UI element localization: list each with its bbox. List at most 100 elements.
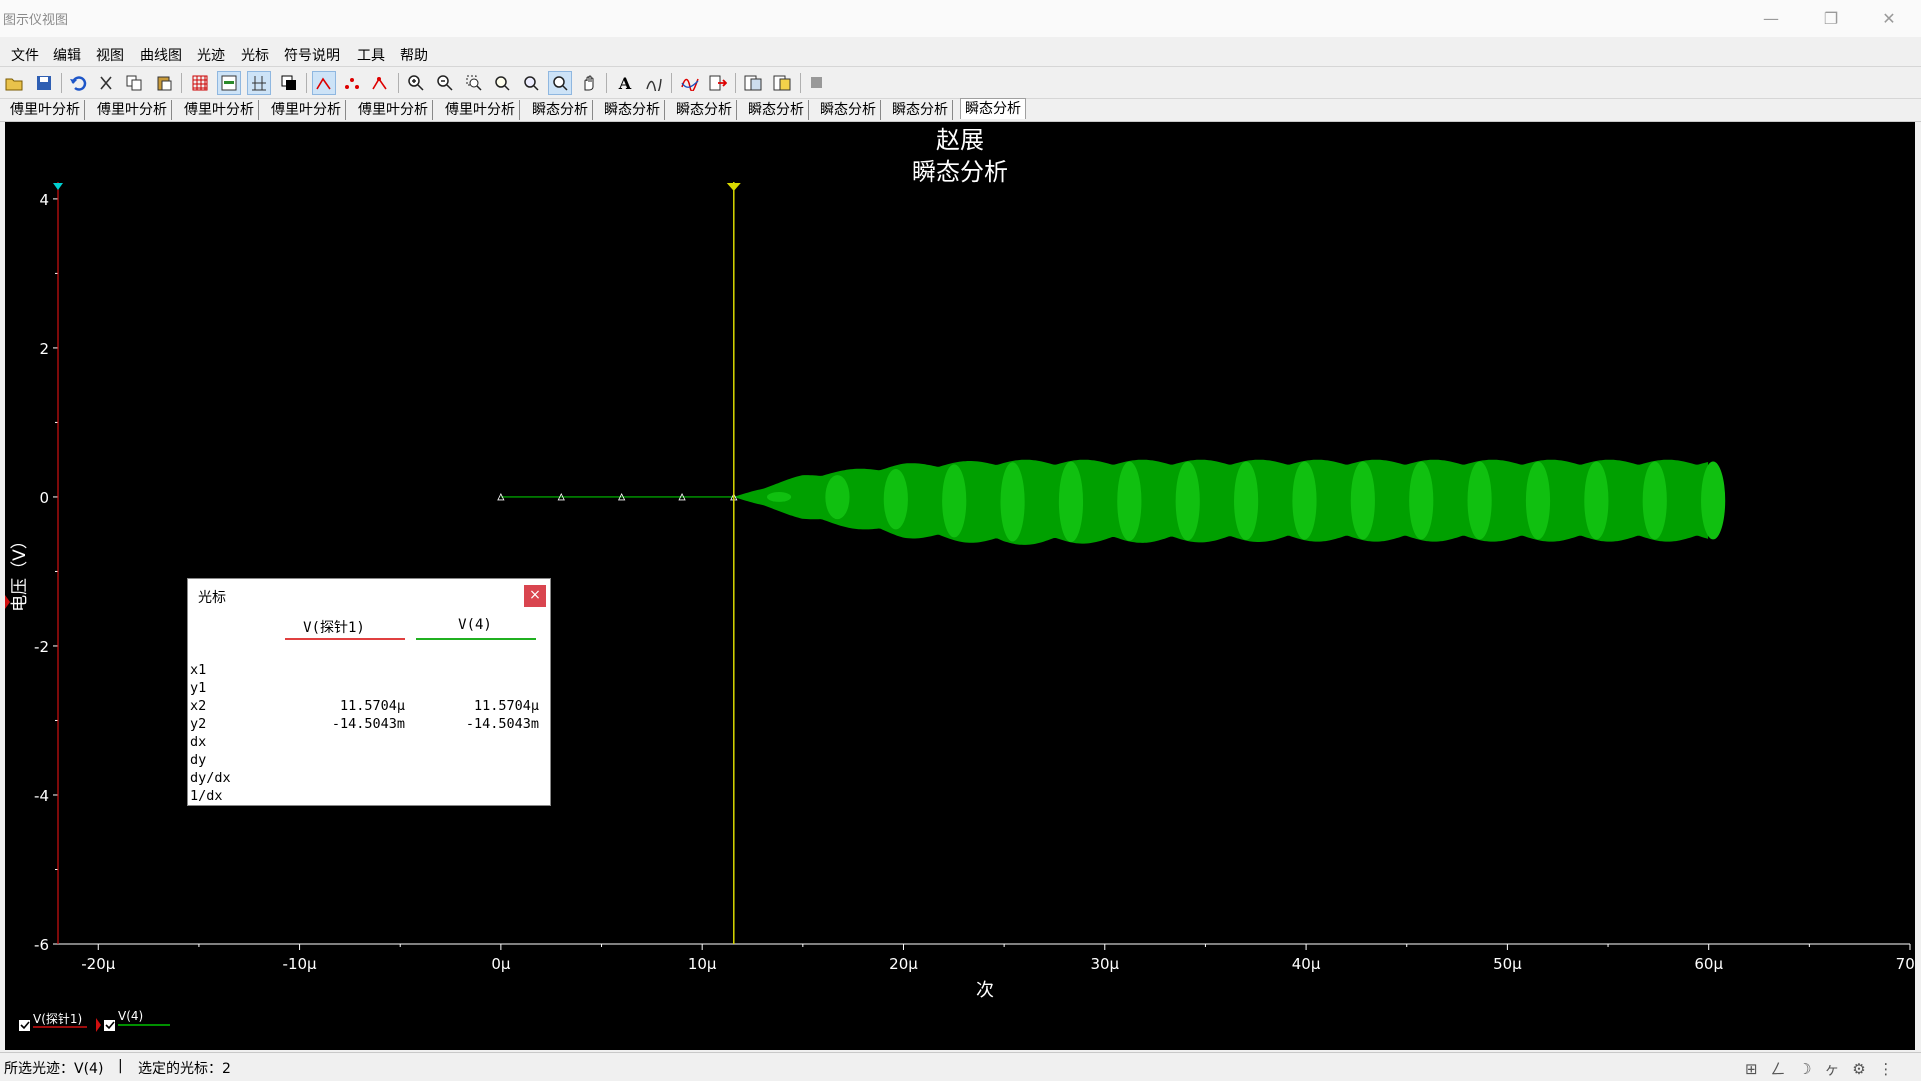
trace-v4[interactable] (497, 459, 1726, 545)
export-button[interactable] (707, 72, 729, 94)
menu-help[interactable]: 帮助 (400, 45, 428, 65)
overlay-traces-button[interactable] (679, 72, 701, 94)
zoom-x-button[interactable] (491, 72, 513, 94)
trace-lobe (766, 491, 792, 502)
pan-button[interactable] (578, 72, 600, 94)
cursor-panel-header[interactable]: 光标 × (188, 579, 550, 611)
x-tick-label: 10μ (688, 955, 717, 973)
page-properties-button[interactable] (771, 72, 793, 94)
tab-transient-1[interactable]: 瞬态分析 (528, 100, 593, 120)
menu-graph[interactable]: 曲线图 (140, 45, 182, 65)
save-button[interactable] (33, 72, 55, 94)
undo-icon (70, 76, 87, 91)
toolbar-separator (61, 73, 62, 93)
text-icon: A (618, 73, 632, 93)
ime-more-icon[interactable]: ⋮ (1878, 1060, 1897, 1078)
ime-moon-icon[interactable]: ☽ (1798, 1060, 1815, 1078)
stop-icon (811, 77, 822, 88)
tab-transient-5[interactable]: 瞬态分析 (816, 100, 881, 120)
cursor-1-handle[interactable] (53, 183, 63, 190)
cursor-panel-close-button[interactable]: × (524, 585, 546, 607)
reverse-colors-icon (281, 75, 296, 90)
tab-fourier-6[interactable]: 傅里叶分析 (441, 100, 520, 120)
tab-fourier-5[interactable]: 傅里叶分析 (354, 100, 433, 120)
x-ticks: -20μ -10μ 0μ 10μ 20μ 30μ 40μ 50μ 60μ 70μ (81, 944, 1915, 973)
stop-button[interactable] (806, 72, 828, 94)
tab-transient-4[interactable]: 瞬态分析 (744, 100, 809, 120)
ime-icons[interactable]: ⊞ ㄥ ☽ ヶ ⚙ ⋮ (1745, 1058, 1897, 1079)
status-selected-trace: 所选光迹：V(4) (4, 1061, 104, 1077)
markers-button[interactable] (341, 72, 363, 94)
menu-trace[interactable]: 光迹 (197, 45, 225, 65)
toolbar-separator (181, 73, 182, 93)
show-markers-icon (345, 78, 359, 89)
zoom-out-icon (437, 75, 453, 91)
menu-tools[interactable]: 工具 (357, 45, 385, 65)
toggle-cursor-icon (252, 76, 266, 91)
ime-grid-icon[interactable]: ⊞ (1745, 1060, 1762, 1078)
menu-view[interactable]: 视图 (96, 45, 124, 65)
x-tick-label: -20μ (81, 955, 115, 973)
window-title: 图示仪视图 (3, 13, 69, 28)
x-tick-label: 30μ (1090, 955, 1119, 973)
zoom-y-button[interactable] (520, 72, 542, 94)
zoom-full-button[interactable] (548, 71, 572, 95)
close-icon: ✕ (1882, 9, 1896, 28)
reverse-colors-button[interactable] (278, 72, 300, 94)
trace-lobe (1584, 461, 1609, 540)
tab-fourier-2[interactable]: 傅里叶分析 (93, 100, 172, 120)
grid-button[interactable] (189, 72, 211, 94)
menu-cursor[interactable]: 光标 (241, 45, 269, 65)
paste-icon (157, 76, 172, 91)
marks-button[interactable] (369, 72, 391, 94)
menu-legend[interactable]: 符号说明 (284, 45, 340, 65)
cursor-toggle-button[interactable] (247, 71, 271, 95)
text-button[interactable]: A (614, 72, 636, 94)
select-marks-button[interactable] (312, 71, 336, 95)
cursor-panel[interactable]: 光标 × V(探针1) V(4) x1 y1 x2 11.5704μ 11.5704μ y… (187, 578, 551, 806)
ime-shape-icon[interactable]: ヶ (1824, 1060, 1843, 1078)
restore-icon: ❐ (1823, 9, 1839, 28)
tab-transient-6[interactable]: 瞬态分析 (888, 100, 953, 120)
tab-fourier-3[interactable]: 傅里叶分析 (180, 100, 259, 120)
tab-fourier-4[interactable]: 傅里叶分析 (267, 100, 346, 120)
paste-button[interactable] (153, 72, 175, 94)
tab-transient-2[interactable]: 瞬态分析 (600, 100, 665, 120)
toolbar-separator (671, 73, 672, 93)
page-properties-icon (773, 75, 791, 91)
menu-file[interactable]: 文件 (11, 45, 39, 65)
chart-title: 瞬态分析 (912, 158, 1008, 186)
restore-button[interactable]: ❐ (1808, 6, 1854, 32)
readout-label: dy/dx (190, 770, 231, 786)
trace-lobe (1409, 461, 1434, 540)
legend-button[interactable] (217, 71, 241, 95)
label-button[interactable] (643, 72, 665, 94)
close-window-button[interactable]: ✕ (1866, 6, 1912, 32)
trace-lobe (1350, 461, 1375, 540)
trace-lobe (825, 475, 850, 520)
zoom-in-button[interactable] (405, 72, 427, 94)
tab-transient-7[interactable]: 瞬态分析 (960, 98, 1026, 119)
zoom-area-button[interactable] (463, 72, 485, 94)
trace-lobe (1642, 461, 1667, 540)
tab-fourier-1[interactable]: 傅里叶分析 (6, 100, 85, 120)
undo-button[interactable] (67, 72, 89, 94)
cut-button[interactable] (95, 72, 117, 94)
readout-label: y1 (190, 680, 207, 696)
open-button[interactable] (3, 72, 25, 94)
ime-mode-icon[interactable]: ㄥ (1770, 1060, 1789, 1078)
overlay-traces-icon (681, 78, 699, 91)
x-tick-label: 50μ (1493, 955, 1522, 973)
tab-transient-3[interactable]: 瞬态分析 (672, 100, 737, 120)
properties-button[interactable] (742, 72, 764, 94)
trace-lobe (1000, 462, 1025, 542)
minimize-button[interactable]: — (1748, 6, 1794, 32)
zoom-y-icon (524, 76, 539, 91)
menu-edit[interactable]: 编辑 (53, 45, 81, 65)
status-separator: | (118, 1058, 123, 1074)
copy-button[interactable] (123, 72, 145, 94)
cursor-2-handle[interactable] (726, 183, 741, 191)
properties-icon (744, 75, 762, 91)
ime-settings-icon[interactable]: ⚙ (1852, 1060, 1869, 1078)
zoom-out-button[interactable] (434, 72, 456, 94)
